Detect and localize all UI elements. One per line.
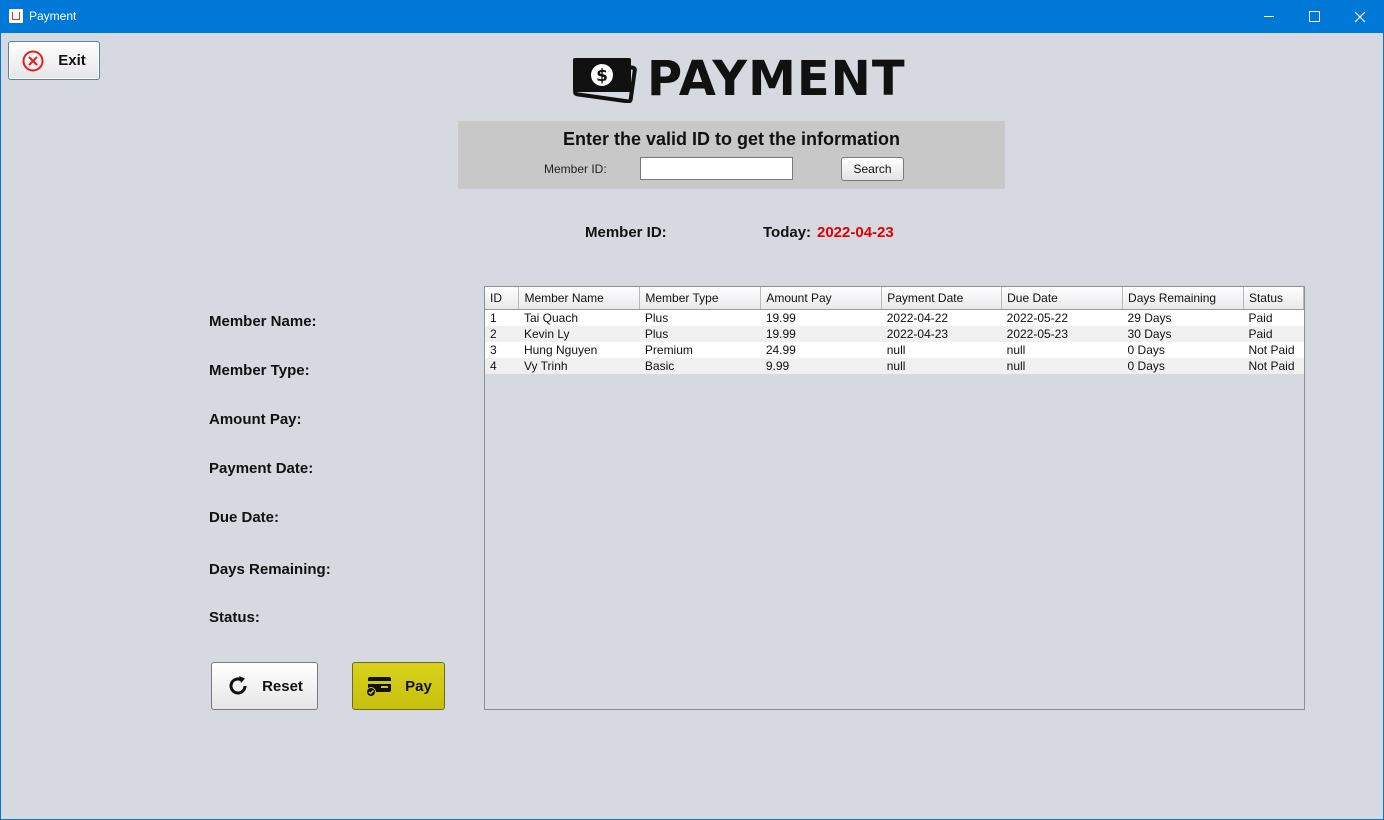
page-title: PAYMENT [647,51,906,107]
status-label: Status: [209,609,260,626]
search-prompt: Enter the valid ID to get the informatio… [562,129,901,149]
table-cell: null [1001,358,1123,374]
table-row[interactable]: 2 Kevin Ly Plus 19.99 2022-04-23 2022-05… [485,326,1304,342]
table-header-row: ID Member Name Member Type Amount Pay Pa… [485,287,1305,310]
table-cell: 24.99 [760,342,882,358]
table-cell: Plus [639,326,761,342]
table-cell: Premium [639,342,761,358]
table-cell: null [1001,342,1123,358]
search-button[interactable]: Search [841,157,904,181]
reset-label: Reset [262,677,303,695]
column-header[interactable]: Due Date [1001,287,1124,310]
table-cell: Plus [639,309,761,326]
table-cell: 2022-04-22 [881,309,1002,326]
minimize-button[interactable] [1246,0,1292,33]
table-cell: 2022-05-23 [1001,326,1123,342]
table-cell: Not Paid [1243,358,1304,374]
table-cell: Kevin Ly [518,326,640,342]
maximize-icon [1308,11,1320,22]
table-cell: Basic [639,358,761,374]
title-bar: Payment [0,0,1384,33]
reset-button[interactable]: Reset [211,662,318,710]
exit-button[interactable]: Exit [8,41,100,80]
table-cell: Tai Quach [518,309,640,326]
table-cell: 2 [485,326,519,342]
today-label: Today: [763,224,812,241]
exit-label: Exit [58,52,86,69]
pay-button[interactable]: Pay [352,662,445,710]
table-cell: Hung Nguyen [518,342,640,358]
column-header[interactable]: Member Type [639,287,762,310]
today-value: 2022-04-23 [817,224,894,241]
table-cell: 30 Days [1122,326,1244,342]
table-cell: 19.99 [760,326,882,342]
money-bill-icon: $ [573,58,637,103]
table-row[interactable]: 1 Tai Quach Plus 19.99 2022-04-22 2022-0… [485,309,1304,326]
member-id-label: Member ID: [544,162,607,176]
table-cell: Not Paid [1243,342,1304,358]
table-cell: 2022-04-23 [881,326,1002,342]
payment-table: ID Member Name Member Type Amount Pay Pa… [485,287,1305,374]
table-cell: null [881,358,1002,374]
amount-pay-label: Amount Pay: [209,411,302,428]
due-date-label: Due Date: [209,509,280,526]
table-cell: 19.99 [760,309,882,326]
search-panel: Enter the valid ID to get the informatio… [458,121,1005,189]
table-cell: Vy Trinh [518,358,640,374]
payment-panel: Exit $ PAYMENT Enter the valid ID to get… [1,33,1383,819]
refresh-icon [229,676,247,695]
member-type-label: Member Type: [209,362,310,379]
table-cell: 29 Days [1122,309,1244,326]
table-cell: 1 [485,309,519,326]
column-header[interactable]: Status [1243,287,1305,310]
table-cell: 0 Days [1122,342,1244,358]
pay-label: Pay [405,677,432,695]
svg-text:$: $ [596,66,608,86]
table-cell: 4 [485,358,519,374]
close-window-button[interactable] [1337,0,1383,33]
column-header[interactable]: Days Remaining [1122,287,1244,310]
table-cell: 3 [485,342,519,358]
table-cell: 9.99 [760,358,882,374]
table-cell: null [881,342,1002,358]
close-icon [1354,11,1366,22]
table-cell: 0 Days [1122,358,1244,374]
column-header[interactable]: Payment Date [881,287,1003,310]
member-name-label: Member Name: [209,313,317,330]
table-row[interactable]: 3 Hung Nguyen Premium 24.99 null null 0 … [485,342,1304,358]
close-circle-icon [22,50,44,71]
member-id-input[interactable] [640,157,793,180]
payment-date-label: Payment Date: [209,460,314,477]
table-row[interactable]: 4 Vy Trinh Basic 9.99 null null 0 Days N… [485,358,1304,374]
minimize-icon [1264,16,1274,17]
days-remaining-label: Days Remaining: [209,561,331,578]
column-header[interactable]: ID [485,287,520,310]
java-cup-icon [9,9,23,23]
column-header[interactable]: Member Name [518,287,641,310]
window-title: Payment [29,9,77,23]
column-header[interactable]: Amount Pay [760,287,883,310]
table-cell: Paid [1243,309,1304,326]
table-cell: 2022-05-22 [1001,309,1123,326]
member-id-info-label: Member ID: [585,224,667,241]
maximize-button[interactable] [1291,0,1337,33]
payment-table-container[interactable]: ID Member Name Member Type Amount Pay Pa… [484,286,1305,710]
credit-card-icon [366,677,392,697]
table-cell: Paid [1243,326,1304,342]
